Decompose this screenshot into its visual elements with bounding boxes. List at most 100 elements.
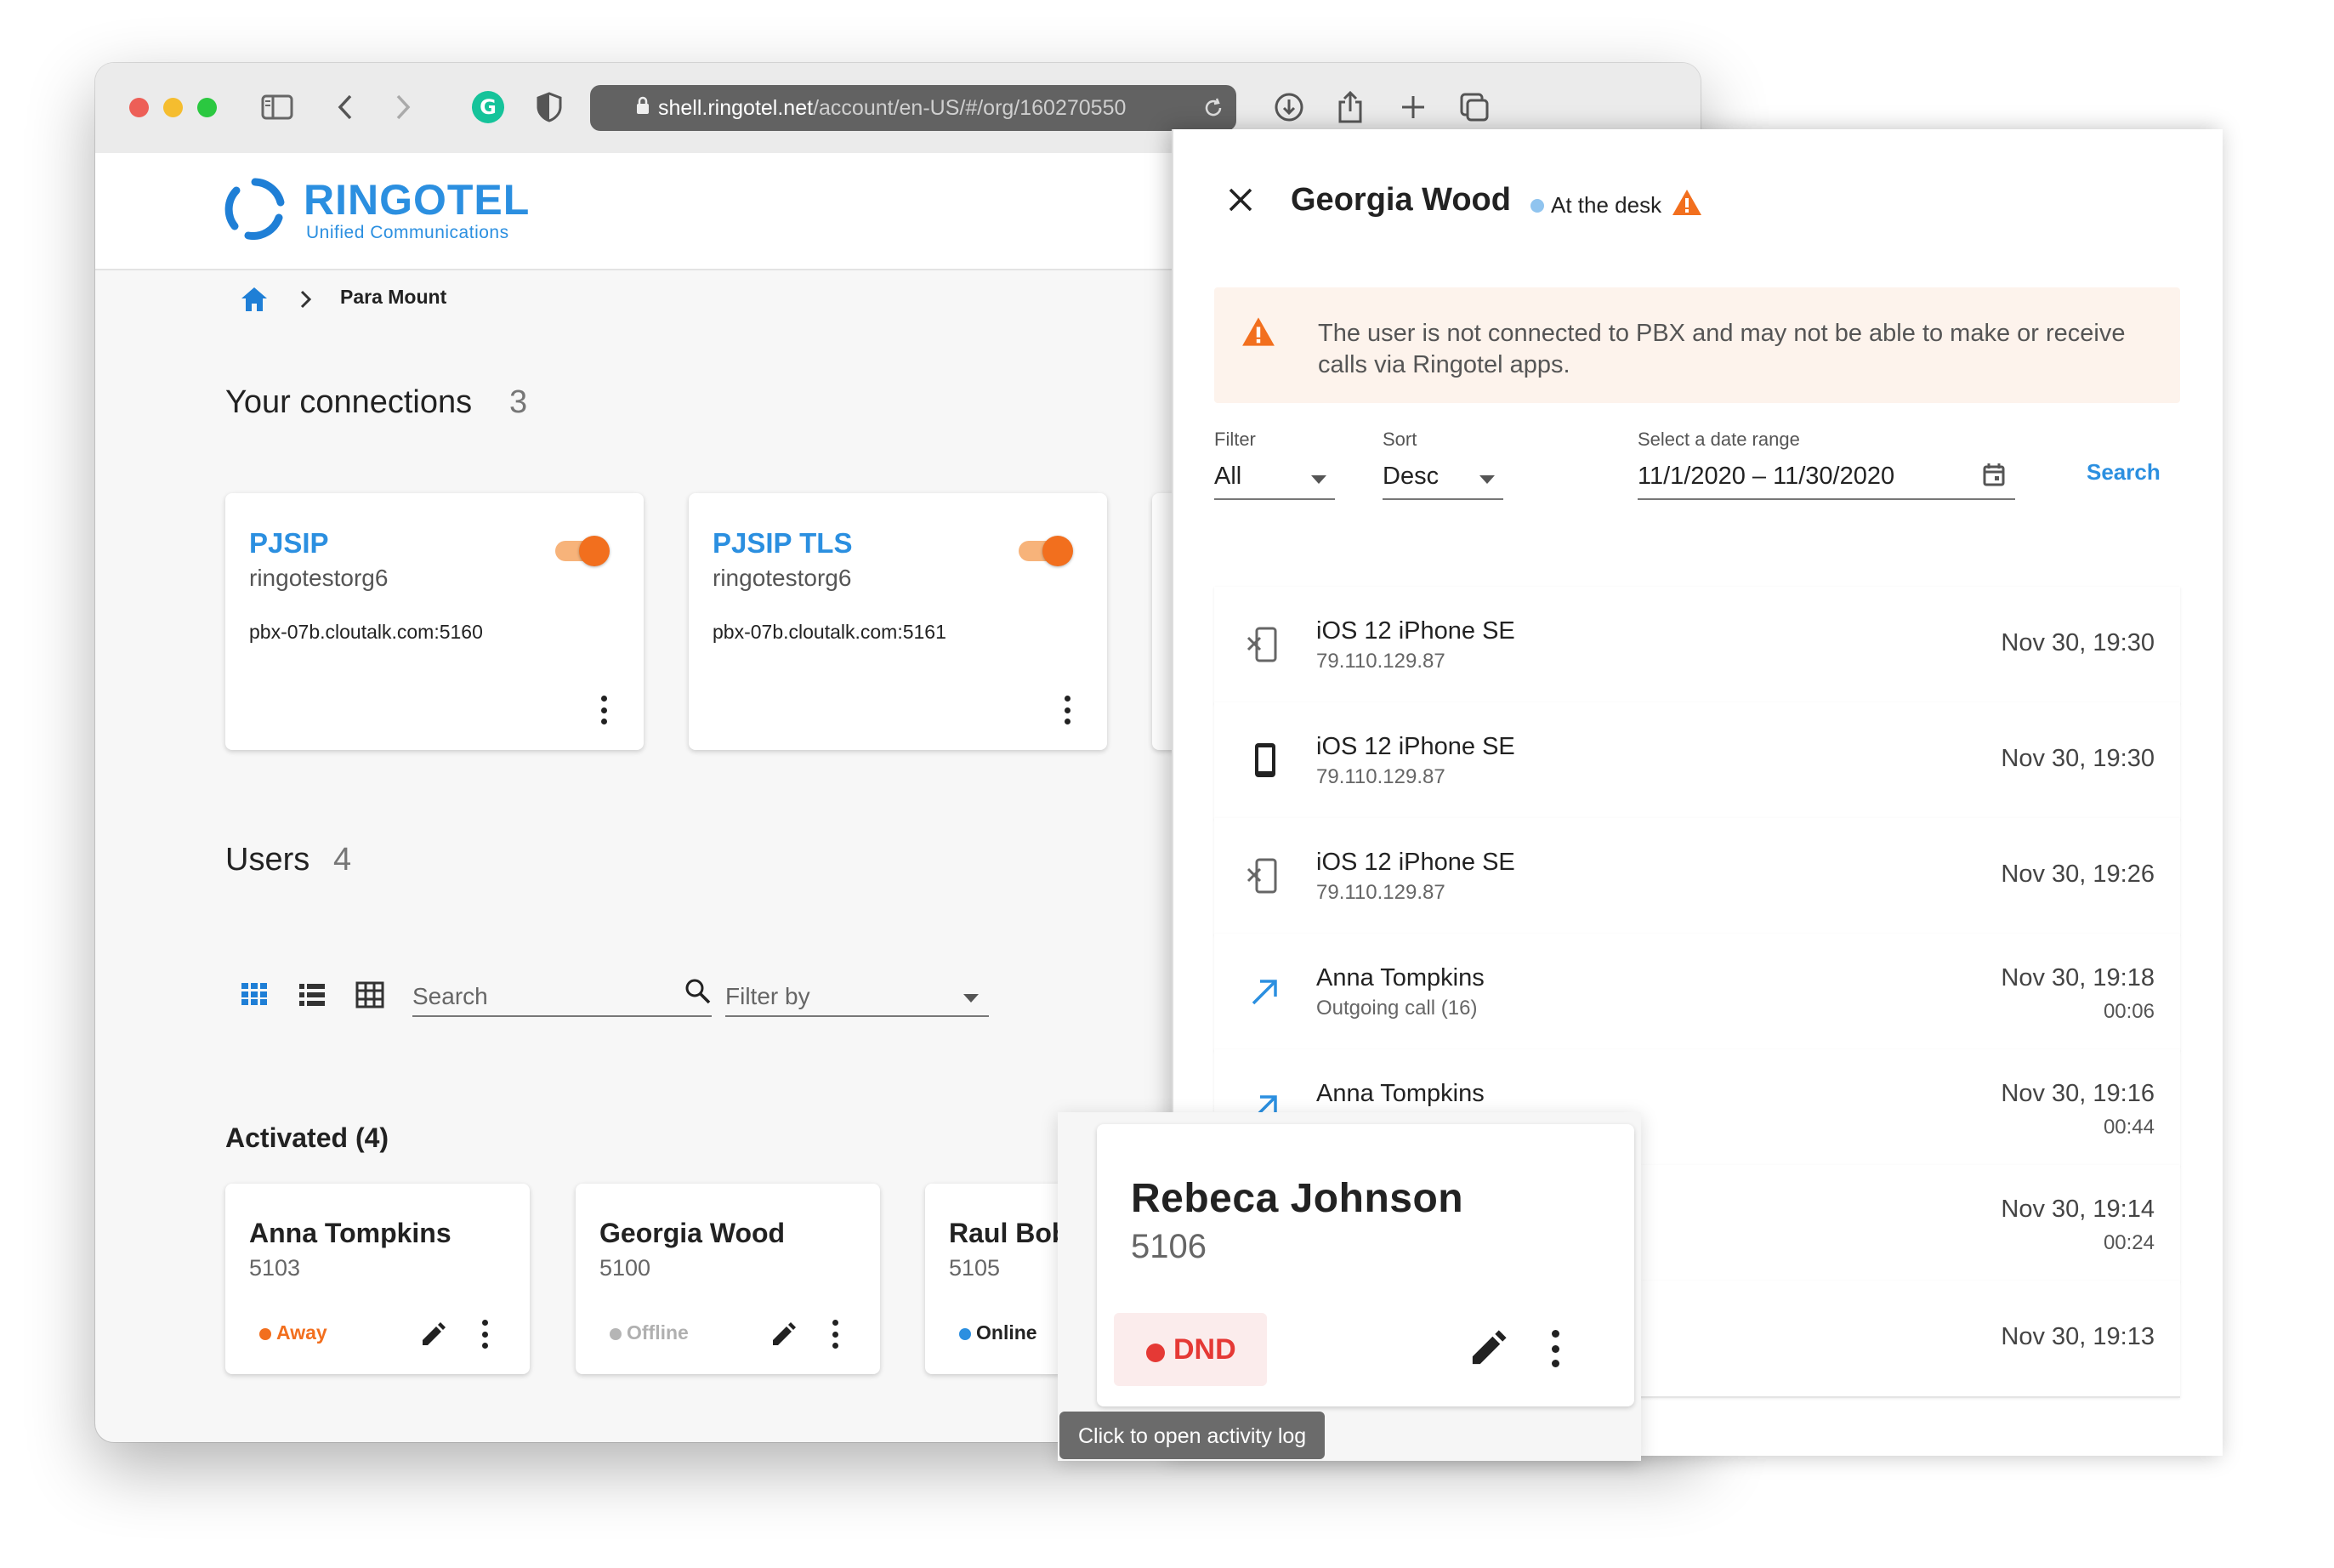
lock-icon [636, 96, 650, 121]
activity-row[interactable]: iOS 12 iPhone SE 79.110.129.87 Nov 30, 1… [1214, 587, 2180, 704]
date-range-label: Select a date range [1638, 429, 1800, 450]
back-icon[interactable] [327, 88, 364, 126]
edit-icon[interactable] [1468, 1327, 1510, 1373]
tab-overview-icon[interactable] [1456, 88, 1493, 126]
users-title: Users [225, 842, 310, 878]
share-icon[interactable] [1332, 88, 1369, 126]
sort-select[interactable]: Desc [1383, 452, 1503, 500]
user-card[interactable]: Georgia Wood 5100 Offline [576, 1184, 880, 1374]
connection-host: pbx-07b.cloutalk.com:5160 [249, 621, 483, 643]
connection-toggle[interactable] [555, 534, 611, 568]
activity-date: Nov 30, 19:18 [2001, 964, 2155, 991]
activity-row[interactable]: Anna Tompkins Outgoing call (16) Nov 30,… [1214, 934, 2180, 1051]
grammarly-extension-icon[interactable]: G [469, 88, 507, 126]
downloads-icon[interactable] [1270, 88, 1308, 126]
connection-card[interactable]: PJSIP TLS ringotestorg6 pbx-07b.cloutalk… [689, 493, 1107, 750]
outgoing-call-icon [1247, 973, 1284, 1010]
phone-disconnected-icon [1247, 626, 1284, 663]
connection-toggle[interactable] [1019, 534, 1075, 568]
chevron-right-icon [299, 289, 313, 314]
user-extension: 5100 [599, 1255, 651, 1281]
user-card-zoom: Rebeca Johnson 5106 DND Click to open ac… [1058, 1112, 1641, 1461]
dropdown-arrow-icon [1311, 473, 1326, 488]
connections-count: 3 [509, 384, 528, 420]
calendar-icon[interactable] [1983, 463, 2005, 491]
new-tab-icon[interactable] [1394, 88, 1432, 126]
activity-row[interactable]: iOS 12 iPhone SE 79.110.129.87 Nov 30, 1… [1214, 702, 2180, 820]
user-extension: 5105 [949, 1255, 1001, 1281]
activity-subtitle: 79.110.129.87 [1316, 765, 1445, 788]
activity-row[interactable]: iOS 12 iPhone SE 79.110.129.87 Nov 30, 1… [1214, 818, 2180, 935]
activity-subtitle: Outgoing call (16) [1316, 997, 1478, 1020]
phone-disconnected-icon [1247, 857, 1284, 895]
connection-name: PJSIP TLS [713, 527, 853, 559]
list-view-icon[interactable] [299, 984, 325, 1010]
filter-select[interactable]: All [1214, 452, 1335, 500]
forward-icon[interactable] [384, 88, 422, 126]
user-name: Georgia Wood [599, 1218, 786, 1248]
close-window-button[interactable] [129, 98, 149, 117]
filter-value: All [1214, 463, 1242, 490]
more-vert-icon[interactable] [1063, 696, 1071, 724]
search-icon[interactable] [684, 978, 712, 1009]
activity-title: Anna Tompkins [1316, 964, 1485, 991]
status-dot [610, 1328, 622, 1340]
date-range-input[interactable]: 11/1/2020 – 11/30/2020 [1638, 452, 2015, 500]
presence-label: At the desk [1551, 192, 1662, 218]
activity-duration: 00:06 [2103, 1000, 2155, 1023]
warning-icon [1672, 189, 1702, 220]
sort-value: Desc [1383, 463, 1440, 490]
brand-tagline: Unified Communications [306, 223, 509, 242]
date-range-value: 11/1/2020 – 11/30/2020 [1638, 463, 1895, 490]
svg-text:G: G [480, 95, 497, 119]
edit-icon[interactable] [769, 1320, 798, 1353]
activity-duration: 00:44 [2103, 1116, 2155, 1139]
breadcrumb-current[interactable]: Para Mount [340, 286, 446, 309]
brand-name: RINGOTEL [304, 176, 531, 224]
dropdown-arrow-icon [1479, 473, 1495, 488]
grid-view-icon[interactable] [241, 983, 267, 1009]
ringotel-logo-icon [223, 177, 287, 246]
activity-duration: 00:24 [2103, 1231, 2155, 1254]
users-count: 4 [333, 842, 352, 878]
user-name: Rebeca Johnson [1131, 1176, 1464, 1221]
tooltip-text: Click to open activity log [1078, 1424, 1307, 1448]
more-vert-icon[interactable] [480, 1320, 489, 1349]
status-badge: Offline [627, 1321, 689, 1344]
close-icon[interactable] [1228, 187, 1253, 217]
activity-date: Nov 30, 19:26 [2001, 861, 2155, 888]
activity-subtitle: 79.110.129.87 [1316, 881, 1445, 904]
zoom-window-button[interactable] [197, 98, 217, 117]
activity-title: Anna Tompkins [1316, 1080, 1485, 1107]
user-extension: 5106 [1131, 1228, 1207, 1265]
filter-label: Filter [1214, 429, 1256, 450]
reload-icon[interactable] [1202, 97, 1224, 125]
search-button[interactable]: Search [2087, 459, 2161, 486]
connection-card[interactable]: PJSIP ringotestorg6 pbx-07b.cloutalk.com… [225, 493, 644, 750]
table-view-icon[interactable] [355, 981, 384, 1013]
more-vert-icon[interactable] [1549, 1330, 1561, 1367]
home-icon[interactable] [240, 286, 269, 317]
tooltip: Click to open activity log [1059, 1412, 1325, 1459]
connection-host: pbx-07b.cloutalk.com:5161 [713, 621, 946, 643]
status-dot [1146, 1344, 1165, 1362]
status-badge: Away [276, 1321, 327, 1344]
more-vert-icon[interactable] [599, 696, 608, 724]
minimize-window-button[interactable] [163, 98, 183, 117]
edit-icon[interactable] [419, 1320, 448, 1353]
activity-date: Nov 30, 19:13 [2001, 1323, 2155, 1350]
activity-date: Nov 30, 19:30 [2001, 745, 2155, 772]
filter-by-select[interactable]: Filter by [725, 971, 989, 1017]
address-bar[interactable]: shell.ringotel.net/account/en-US/#/org/1… [590, 85, 1236, 131]
status-dot [959, 1328, 971, 1340]
user-card[interactable]: Rebeca Johnson 5106 DND [1097, 1124, 1634, 1406]
shield-extension-icon[interactable] [531, 88, 568, 126]
sidebar-toggle-icon[interactable] [258, 88, 296, 126]
dropdown-arrow-icon [963, 991, 979, 1007]
panel-user-name: Georgia Wood [1291, 182, 1511, 218]
more-vert-icon[interactable] [831, 1320, 839, 1349]
user-search-input[interactable]: Search [412, 971, 712, 1017]
warning-banner: The user is not connected to PBX and may… [1214, 287, 2180, 403]
dnd-status-badge[interactable]: DND [1114, 1313, 1267, 1386]
user-card[interactable]: Anna Tompkins 5103 Away [225, 1184, 530, 1374]
